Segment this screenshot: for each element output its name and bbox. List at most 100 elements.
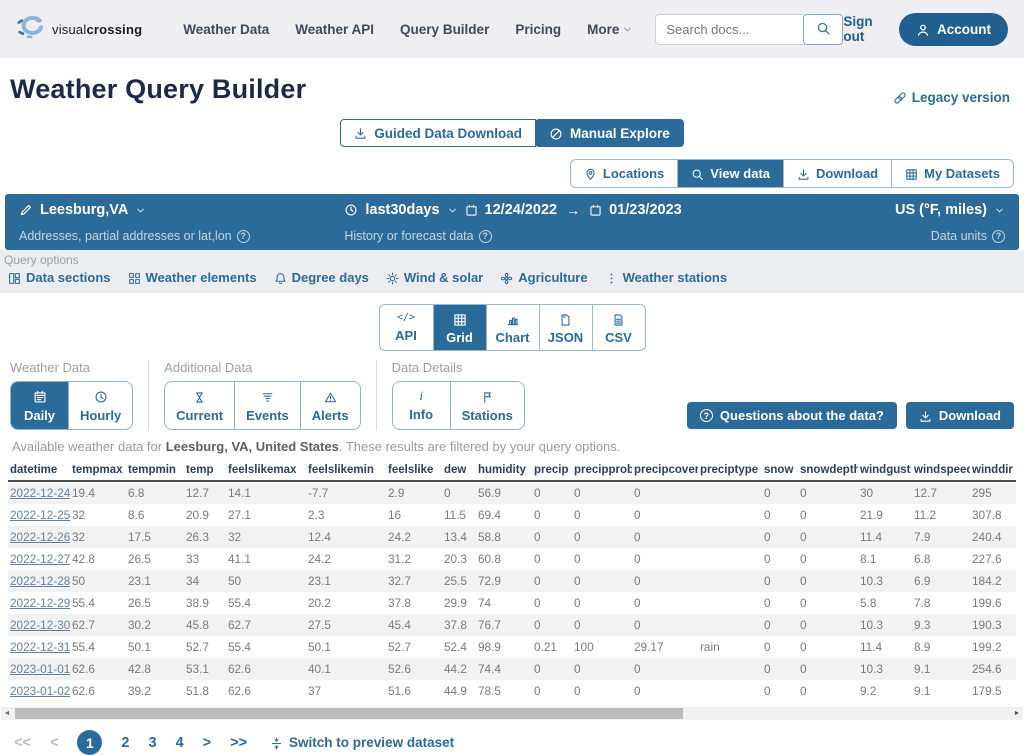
date-link[interactable]: 2022-12-26 <box>10 530 70 544</box>
col-header-windgust: windgust <box>858 459 912 481</box>
bar-chart-icon <box>506 311 520 327</box>
date-link[interactable]: 2022-12-24 <box>10 486 70 500</box>
start-date[interactable]: 12/24/2022 <box>485 202 558 218</box>
tab-download[interactable]: Download <box>783 160 891 187</box>
page-3-button[interactable]: 3 <box>148 735 156 751</box>
data-cell: 98.9 <box>476 636 532 658</box>
tab-locations[interactable]: Locations <box>571 160 677 187</box>
units-selector[interactable]: US (°F, miles) <box>895 202 1005 218</box>
col-header-feelslikemin: feelslikemin <box>306 459 386 481</box>
units-hint: Data units ? <box>931 229 1005 243</box>
brand-logo[interactable]: visualcrossing <box>16 13 142 45</box>
manual-explore-button[interactable]: Manual Explore <box>535 119 684 147</box>
date-link[interactable]: 2023-01-01 <box>10 662 70 676</box>
nav-weather-data[interactable]: Weather Data <box>183 22 269 37</box>
button-info[interactable]: i Info <box>393 382 450 429</box>
data-cell: 16 <box>386 504 442 526</box>
data-cell: 179.5 <box>970 680 1016 702</box>
page-2-button[interactable]: 2 <box>121 735 129 751</box>
date-link[interactable]: 2022-12-30 <box>10 618 70 632</box>
guided-data-download-button[interactable]: Guided Data Download <box>340 119 536 147</box>
date-link[interactable]: 2022-12-27 <box>10 552 70 566</box>
option-agriculture[interactable]: Agriculture <box>500 270 587 285</box>
date-link[interactable]: 2022-12-29 <box>10 596 70 610</box>
button-current[interactable]: Current <box>165 382 234 429</box>
tab-json[interactable]: JSON <box>539 305 592 350</box>
page-last-button[interactable]: >> <box>230 735 247 751</box>
option-data-sections[interactable]: Data sections <box>8 270 111 285</box>
date-link[interactable]: 2022-12-25 <box>10 508 70 522</box>
date-link[interactable]: 2023-01-02 <box>10 684 70 698</box>
data-cell: 17.5 <box>126 526 184 548</box>
data-cell: 8.6 <box>126 504 184 526</box>
nav-weather-api[interactable]: Weather API <box>295 22 374 37</box>
tab-csv[interactable]: CSV <box>592 305 645 350</box>
page-4-button[interactable]: 4 <box>176 735 184 751</box>
data-cell: 0 <box>632 526 698 548</box>
col-header-dew: dew <box>442 459 476 481</box>
help-icon[interactable]: ? <box>237 230 250 243</box>
data-cell: 100 <box>572 636 632 658</box>
tab-chart[interactable]: Chart <box>486 305 539 350</box>
nav-pricing[interactable]: Pricing <box>515 22 561 37</box>
date-range-selector[interactable]: last30days 12/24/2022 → 01/23/2023 <box>344 202 748 218</box>
account-button[interactable]: Account <box>899 13 1008 46</box>
search-input[interactable] <box>655 14 803 45</box>
page-1-button[interactable]: 1 <box>77 730 102 755</box>
download-button[interactable]: Download <box>906 402 1014 429</box>
location-pin-icon <box>584 166 597 181</box>
data-cell: 0 <box>762 548 798 570</box>
tab-grid[interactable]: Grid <box>433 305 486 350</box>
search-icon <box>816 20 831 38</box>
button-stations[interactable]: Stations <box>450 382 524 429</box>
data-cell: 6.9 <box>912 570 970 592</box>
download-icon <box>797 166 810 181</box>
date-link[interactable]: 2022-12-31 <box>10 640 70 654</box>
scrollbar-thumb[interactable] <box>15 708 683 719</box>
button-hourly[interactable]: Hourly <box>68 382 132 430</box>
option-weather-elements[interactable]: Weather elements <box>128 270 257 285</box>
help-icon[interactable]: ? <box>992 230 1005 243</box>
sign-out-link[interactable]: Sign out <box>843 14 877 44</box>
button-daily[interactable]: Daily <box>11 382 68 430</box>
tab-my-datasets[interactable]: My Datasets <box>891 160 1013 187</box>
tab-api[interactable]: </> API <box>380 305 433 350</box>
data-cell: 58.8 <box>476 526 532 548</box>
layout-grid-icon <box>8 270 21 285</box>
scroll-left-arrow-icon[interactable]: ◄ <box>1 707 13 720</box>
flower-icon <box>500 270 513 285</box>
switch-to-preview-dataset-link[interactable]: Switch to preview dataset <box>270 735 454 750</box>
data-cell: 0.21 <box>532 636 572 658</box>
data-cell: 0 <box>632 570 698 592</box>
data-cell: 32 <box>70 526 126 548</box>
button-events[interactable]: Events <box>234 382 300 429</box>
option-wind-solar[interactable]: Wind & solar <box>386 270 483 285</box>
search-button[interactable] <box>803 14 843 45</box>
nav-query-builder[interactable]: Query Builder <box>400 22 489 37</box>
option-degree-days[interactable]: Degree days <box>274 270 369 285</box>
option-weather-stations[interactable]: Weather stations <box>605 270 728 285</box>
horizontal-scrollbar[interactable]: ◄ ► <box>1 707 1023 720</box>
page-first-button[interactable]: << <box>14 735 31 751</box>
data-cell: 78.5 <box>476 680 532 702</box>
page-next-button[interactable]: > <box>203 735 211 751</box>
date-link[interactable]: 2022-12-28 <box>10 574 70 588</box>
data-cell: 11.2 <box>912 504 970 526</box>
table-row: 2022-12-285023.1345023.132.725.572.90000… <box>8 570 1016 592</box>
col-header-precip: precip <box>532 459 572 481</box>
scroll-right-arrow-icon[interactable]: ► <box>1011 707 1023 720</box>
questions-about-data-button[interactable]: ? Questions about the data? <box>687 402 897 429</box>
table-row: 2022-12-25328.620.927.12.31611.569.40000… <box>8 504 1016 526</box>
end-date[interactable]: 01/23/2023 <box>609 202 682 218</box>
location-selector[interactable]: Leesburg,VA <box>19 202 344 218</box>
data-cell: 30.2 <box>126 614 184 636</box>
legacy-version-link[interactable]: Legacy version <box>893 90 1010 105</box>
nav-more-menu[interactable]: More <box>587 22 633 37</box>
tab-view-data[interactable]: View data <box>677 160 783 187</box>
data-cell: 0 <box>798 504 858 526</box>
button-alerts[interactable]: Alerts <box>300 382 360 429</box>
help-icon[interactable]: ? <box>479 230 492 243</box>
data-cell: 240.4 <box>970 526 1016 548</box>
data-cell: 0 <box>762 504 798 526</box>
page-prev-button[interactable]: < <box>50 735 58 751</box>
